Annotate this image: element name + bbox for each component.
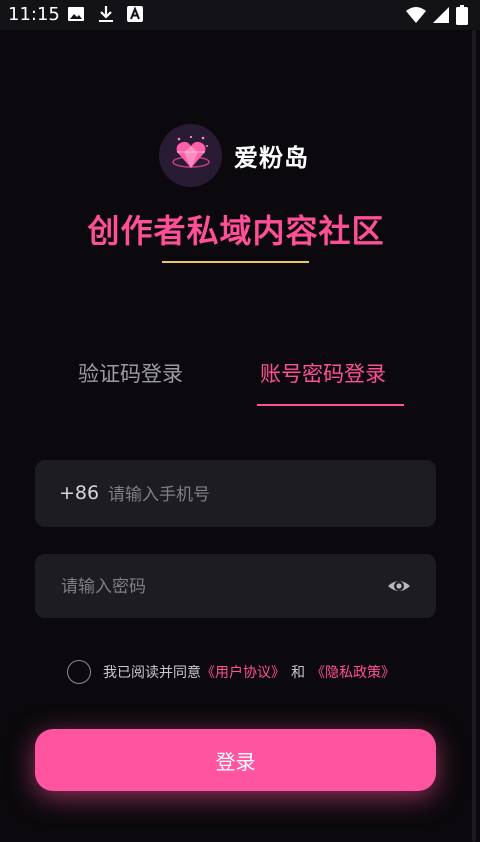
password-field (35, 554, 436, 620)
brand-header: 爱粉岛 (159, 124, 309, 187)
agreement-prefix: 我已阅读并同意 (103, 665, 201, 681)
a-icon (126, 5, 144, 27)
status-time: 11:15 (8, 4, 60, 25)
tab-password-login[interactable]: 账号密码登录 (260, 358, 386, 388)
app-logo (159, 124, 222, 187)
headline: 创作者私域内容社区 (87, 212, 385, 250)
image-icon (67, 5, 85, 27)
app-name: 爱粉岛 (234, 144, 309, 172)
privacy-policy-link[interactable]: 《隐私政策》 (311, 662, 395, 682)
tab-sms-login[interactable]: 验证码登录 (78, 358, 183, 388)
heart-gem-icon (169, 132, 213, 180)
status-bar: 11:15 (0, 0, 480, 30)
download-icon (97, 5, 115, 27)
country-code[interactable]: +86 (59, 482, 99, 504)
user-agreement-link[interactable]: 《用户协议》 (201, 662, 285, 682)
phone-field: +86 (35, 460, 436, 529)
password-input[interactable] (59, 554, 383, 620)
agreement-conjunction: 和 (291, 665, 305, 681)
login-button[interactable]: 登录 (35, 729, 436, 791)
battery-icon (456, 5, 468, 29)
wifi-icon (406, 6, 426, 28)
active-tab-indicator (257, 404, 404, 406)
phone-input[interactable] (106, 460, 410, 529)
agreement-checkbox[interactable] (67, 660, 91, 684)
headline-underline (162, 261, 309, 263)
scrollbar[interactable] (472, 30, 476, 842)
eye-icon[interactable] (386, 573, 412, 599)
signal-icon (432, 6, 450, 28)
agreement-row: 我已阅读并同意 《用户协议》 和 《隐私政策》 (67, 660, 395, 684)
